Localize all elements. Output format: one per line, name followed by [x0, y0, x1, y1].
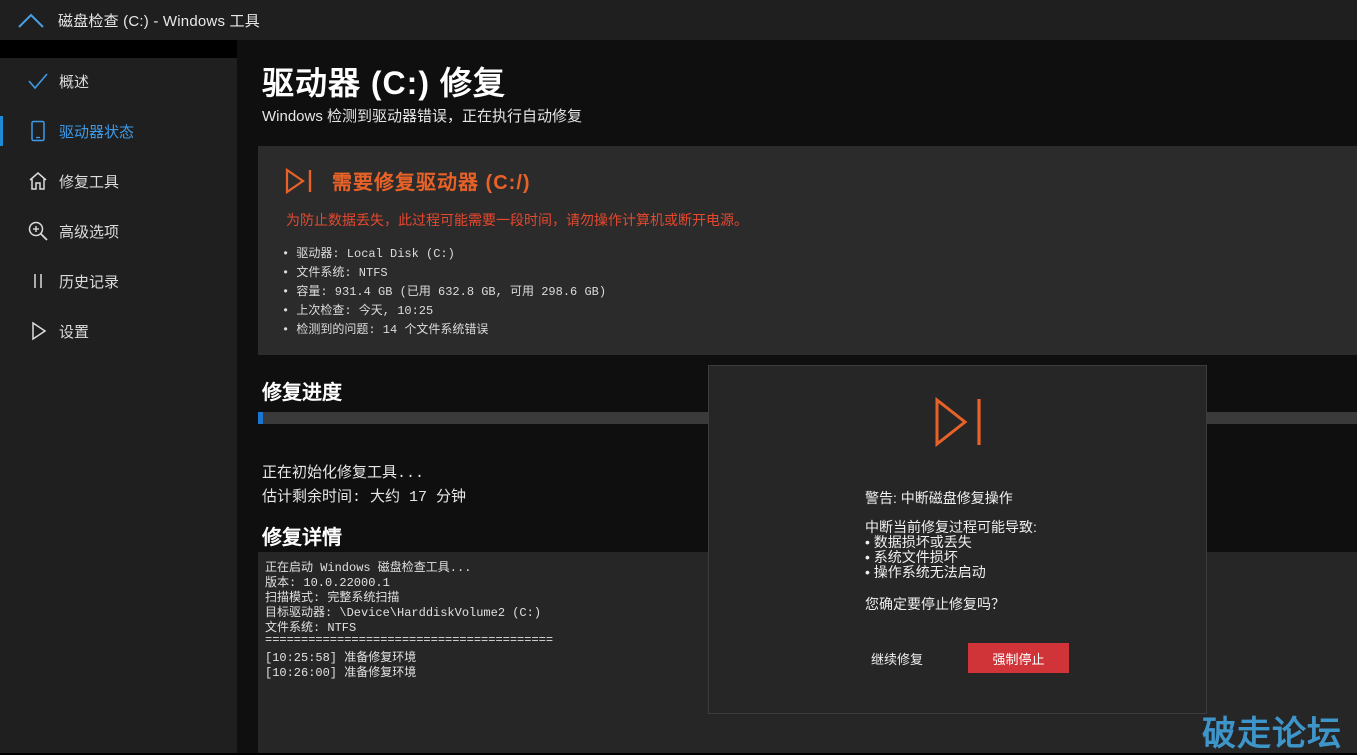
repair-required-card: 需要修复驱动器 (C:/) 为防止数据丢失，此过程可能需要一段时间，请勿操作计算…: [258, 146, 1357, 355]
sidebar-item-advanced[interactable]: 高级选项: [0, 208, 237, 254]
dialog-intro: 中断当前修复过程可能导致:: [865, 519, 1037, 535]
dialog-bullet: • 数据损坏或丢失: [865, 534, 972, 550]
dialog-heading: 警告: 中断磁盘修复操作: [865, 490, 1013, 506]
progress-status: 正在初始化修复工具...: [262, 465, 425, 482]
list-item: • 容量: 931.4 GB (已用 632.8 GB, 可用 298.6 GB…: [282, 285, 607, 299]
skip-next-icon: [285, 167, 312, 194]
force-stop-button[interactable]: 强制停止: [968, 643, 1069, 673]
list-item: • 驱动器: Local Disk (C:): [282, 247, 455, 261]
zoom-in-icon: [28, 221, 48, 241]
dialog-bullet: • 操作系统无法启动: [865, 564, 986, 580]
pause-icon: [34, 274, 42, 288]
sidebar-item-label: 设置: [59, 323, 90, 341]
list-item: • 检测到的问题: 14 个文件系统错误: [282, 323, 489, 337]
drive-details-list: • 驱动器: Local Disk (C:) • 文件系统: NTFS • 容量…: [282, 245, 606, 340]
check-icon: [28, 73, 48, 90]
skip-next-icon: [935, 397, 981, 447]
title-bar: 磁盘检查 (C:) - Windows 工具: [0, 0, 1357, 40]
sidebar-item-settings[interactable]: 设置: [0, 308, 237, 354]
stop-repair-dialog: 警告: 中断磁盘修复操作 中断当前修复过程可能导致: • 数据损坏或丢失 • 系…: [708, 365, 1207, 714]
sidebar-item-overview[interactable]: 概述: [0, 58, 237, 104]
active-indicator: [0, 116, 3, 146]
watermark: 破走论坛: [1202, 716, 1342, 753]
sidebar-item-repair-tools[interactable]: 修复工具: [0, 158, 237, 204]
dialog-question: 您确定要停止修复吗？: [865, 596, 1005, 612]
progress-title: 修复进度: [262, 382, 342, 404]
card-warning: 为防止数据丢失，此过程可能需要一段时间，请勿操作计算机或断开电源。: [286, 212, 748, 228]
sidebar-item-label: 概述: [59, 73, 90, 91]
page-subtitle: Windows 检测到驱动器错误，正在执行自动修复: [262, 108, 583, 125]
progress-eta: 估计剩余时间: 大约 17 分钟: [262, 489, 467, 506]
page-title: 驱动器 (C:) 修复: [262, 65, 506, 101]
progress-fill: [258, 412, 264, 424]
details-title: 修复详情: [262, 527, 342, 549]
phone-icon: [31, 120, 45, 142]
log-line: ========================================: [265, 633, 554, 647]
play-icon: [32, 321, 47, 341]
sidebar-item-label: 历史记录: [59, 273, 120, 291]
list-item: • 上次检查: 今天, 10:25: [282, 304, 434, 318]
list-item: • 文件系统: NTFS: [282, 266, 388, 280]
home-icon: [29, 172, 47, 190]
continue-repair-button[interactable]: 继续修复: [857, 643, 937, 673]
sidebar-item-label: 驱动器状态: [59, 123, 135, 141]
chevron-up-icon[interactable]: [16, 9, 46, 31]
dialog-bullet: • 系统文件损坏: [865, 549, 958, 565]
window-title: 磁盘检查 (C:) - Windows 工具: [58, 12, 260, 30]
sidebar-item-label: 高级选项: [59, 223, 120, 241]
sidebar-item-history[interactable]: 历史记录: [0, 258, 237, 304]
sidebar-item-drive-status[interactable]: 驱动器状态: [0, 108, 237, 154]
sidebar-item-label: 修复工具: [59, 173, 120, 191]
log-line: [10:26:00] 准备修复环境: [265, 666, 417, 680]
sidebar: 概述 驱动器状态 修复工具 高级选项 历史记录 设置: [0, 58, 237, 753]
card-title: 需要修复驱动器 (C:/): [332, 172, 531, 194]
